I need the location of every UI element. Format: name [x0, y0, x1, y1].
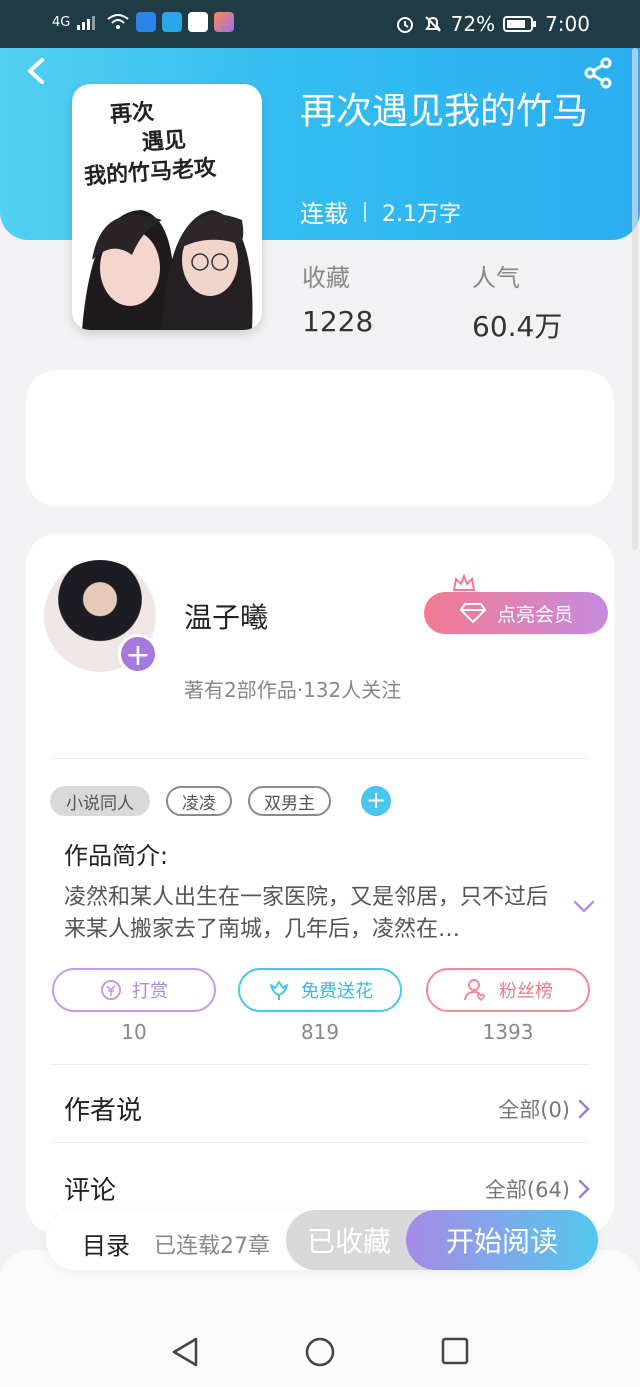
chevron-down-icon[interactable]	[572, 898, 596, 916]
blank-card	[26, 370, 614, 506]
toc-button[interactable]: 目录	[82, 1226, 130, 1261]
back-arrow-icon[interactable]	[24, 56, 50, 86]
author-says-count: 全部(0)	[498, 1097, 570, 1122]
vip-button[interactable]: 点亮会员	[424, 592, 608, 634]
divider	[50, 1142, 590, 1143]
status-bar: 4G 72% 7:00	[0, 0, 640, 48]
fan-ranking-label: 粉丝榜	[499, 981, 553, 1002]
fan-count: 1393	[482, 1020, 534, 1044]
nav-recent-icon[interactable]	[440, 1336, 470, 1366]
vip-label: 点亮会员	[496, 603, 573, 626]
tag-item[interactable]: 凌凌	[166, 786, 232, 816]
meta-divider	[364, 201, 366, 222]
network-label: 4G	[52, 14, 71, 30]
alarm-icon	[396, 17, 413, 33]
signal-icon	[77, 16, 96, 30]
battery-icon	[503, 16, 537, 32]
comments-more[interactable]: 全部(64)	[485, 1174, 590, 1204]
chevron-right-icon	[578, 1099, 590, 1118]
tip-button[interactable]: 打赏	[52, 968, 216, 1012]
popularity-stat: 人气 60.4万	[472, 258, 562, 345]
battery-percent: 72%	[450, 12, 496, 36]
comments-row[interactable]: 评论 全部(64)	[64, 1170, 590, 1207]
nav-back-icon[interactable]	[170, 1336, 200, 1368]
status-left: 4G	[52, 12, 235, 32]
tag-item[interactable]: 双男主	[248, 786, 331, 816]
search-app-icon	[162, 12, 183, 32]
app-icon	[214, 12, 235, 32]
mute-icon	[424, 16, 441, 32]
author-name[interactable]: 温子曦	[184, 596, 268, 636]
popularity-label: 人气	[472, 264, 520, 292]
wechat-icon	[188, 12, 209, 32]
favorites-label: 收藏	[302, 264, 350, 292]
favorited-label: 已收藏	[306, 1225, 391, 1258]
author-says-label: 作者说	[64, 1096, 143, 1126]
intro-title: 作品简介:	[64, 842, 169, 870]
author-says-row[interactable]: 作者说 全部(0)	[64, 1090, 590, 1127]
start-reading-button[interactable]: 开始阅读	[406, 1210, 598, 1270]
flower-icon	[270, 981, 288, 1000]
author-meta: 著有2部作品·132人关注	[184, 678, 402, 702]
tag-list: 小说同人 凌凌 双男主 +	[50, 786, 391, 816]
send-flower-button[interactable]: 免费送花	[238, 968, 402, 1012]
status-right: 72% 7:00	[395, 12, 590, 36]
follow-plus-icon[interactable]: +	[118, 634, 158, 674]
cover-illustration	[82, 210, 253, 330]
start-reading-label: 开始阅读	[445, 1225, 558, 1258]
bulb-app-icon	[136, 12, 157, 32]
comments-label: 评论	[64, 1176, 117, 1206]
author-says-more[interactable]: 全部(0)	[498, 1094, 590, 1124]
chapter-count: 已连载27章	[154, 1234, 270, 1259]
intro-text[interactable]: 凌然和某人出生在一家医院，又是邻居，只不过后来某人搬家去了南城，几年后，凌然在…	[64, 882, 550, 946]
book-word-count: 2.1万字	[382, 201, 461, 227]
divider	[50, 758, 590, 759]
add-tag-button[interactable]: +	[361, 786, 391, 816]
book-cover[interactable]: 再次 遇见 我的竹马老攻	[72, 84, 262, 330]
fan-ranking-button[interactable]: 粉丝榜	[426, 968, 590, 1012]
favorites-stat: 收藏 1228	[302, 258, 373, 338]
user-heart-icon	[464, 979, 486, 1002]
send-flower-label: 免费送花	[301, 981, 373, 1002]
nav-home-icon[interactable]	[304, 1336, 336, 1368]
book-meta: 连载 2.1万字	[300, 194, 461, 229]
book-status: 连载	[300, 200, 348, 228]
comments-count: 全部(64)	[484, 1177, 570, 1202]
tip-count: 10	[121, 1020, 147, 1044]
wifi-icon	[107, 14, 129, 29]
flower-count: 819	[300, 1020, 340, 1044]
share-icon[interactable]	[582, 56, 614, 90]
clock: 7:00	[545, 12, 590, 36]
cover-title-art: 再次 遇见 我的竹马老攻	[79, 90, 255, 192]
favorites-value: 1228	[302, 305, 374, 338]
tip-label: 打赏	[132, 981, 168, 1002]
diamond-icon	[459, 603, 487, 624]
coin-icon	[101, 980, 121, 1000]
crown-icon	[452, 574, 476, 591]
book-title: 再次遇见我的竹马	[300, 91, 589, 132]
tag-item[interactable]: 小说同人	[50, 786, 150, 816]
chevron-right-icon	[578, 1179, 590, 1198]
scrollbar[interactable]	[632, 48, 638, 550]
divider	[50, 1064, 590, 1065]
popularity-value: 60.4万	[472, 310, 563, 343]
